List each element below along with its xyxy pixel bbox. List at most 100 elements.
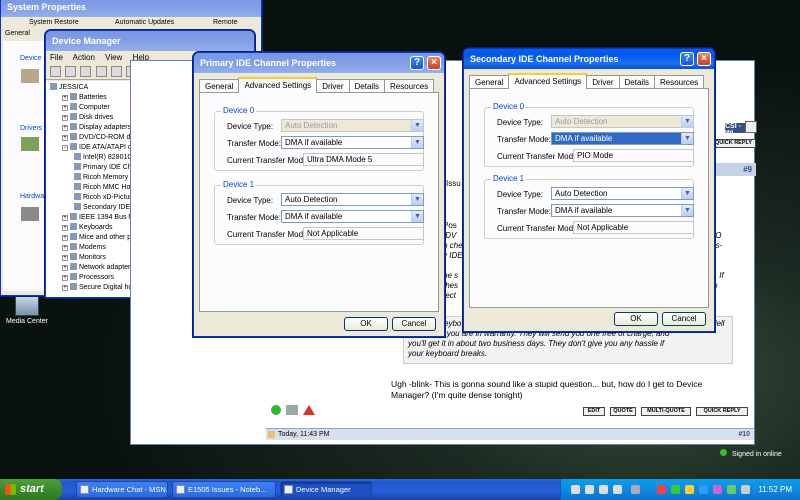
forward-icon[interactable] xyxy=(65,66,77,77)
quote-button[interactable]: QUOTE xyxy=(610,407,636,416)
cancel-button[interactable]: Cancel xyxy=(392,317,436,331)
multi-quote-button[interactable]: MULTI-QUOTE xyxy=(641,407,691,416)
expand-icon[interactable]: + xyxy=(62,115,68,121)
print-icon[interactable] xyxy=(110,66,122,77)
tree-node[interactable]: + Disk drives xyxy=(62,113,113,121)
expand-icon[interactable]: + xyxy=(62,125,68,131)
tab-details[interactable]: Details xyxy=(618,75,655,89)
chevron-down-icon[interactable]: ▼ xyxy=(411,194,423,205)
tab-details[interactable]: Details xyxy=(348,79,385,93)
transfer-mode-select[interactable]: DMA if available ▼ xyxy=(551,204,694,217)
tree-node[interactable]: + Display adapters xyxy=(62,123,131,131)
expand-icon[interactable]: + xyxy=(62,225,68,231)
tree-node[interactable]: + Modems xyxy=(62,243,106,251)
device-category-icon xyxy=(70,133,77,140)
device-category-icon xyxy=(74,193,81,200)
tab-driver[interactable]: Driver xyxy=(316,79,350,93)
messenger-icon[interactable] xyxy=(671,485,680,494)
wireless-icon[interactable] xyxy=(727,485,736,494)
tab-general[interactable]: General xyxy=(469,75,510,89)
taskbar-item-e1505-issues[interactable]: E1505 Issues - Noteb... xyxy=(172,481,276,498)
tab-automatic-updates[interactable]: Automatic Updates xyxy=(115,19,174,26)
system-properties-titlebar[interactable]: System Properties xyxy=(1,0,261,17)
bluetooth-icon[interactable] xyxy=(699,485,708,494)
start-button[interactable]: start xyxy=(0,479,62,500)
tab-remote[interactable]: Remote xyxy=(213,19,238,26)
edit-button[interactable]: EDIT xyxy=(583,407,605,416)
clock[interactable]: 11:52 PM xyxy=(758,479,792,500)
tab-driver[interactable]: Driver xyxy=(586,75,620,89)
report-post-icon[interactable] xyxy=(303,405,315,415)
chevron-down-icon[interactable]: ▼ xyxy=(411,211,423,222)
menu-action[interactable]: Action xyxy=(73,53,95,62)
close-icon[interactable]: × xyxy=(697,52,711,66)
device-type-select[interactable]: Auto Detection ▼ xyxy=(551,187,694,200)
online-status-icon xyxy=(271,405,281,415)
tree-node[interactable]: + Computer xyxy=(62,103,110,111)
primary-ide-titlebar[interactable]: Primary IDE Channel Properties ? × xyxy=(194,53,444,73)
secondary-ide-titlebar[interactable]: Secondary IDE Channel Properties ? × xyxy=(464,49,714,69)
tree-node[interactable]: + Processors xyxy=(62,273,114,281)
transfer-mode-select[interactable]: DMA if available ▼ xyxy=(551,132,694,145)
taskbar-item-device-manager[interactable]: Device Manager xyxy=(280,481,372,498)
media-next-icon[interactable] xyxy=(599,485,608,494)
expand-icon[interactable]: + xyxy=(62,255,68,261)
network-icon[interactable] xyxy=(685,485,694,494)
tree-node[interactable]: JESSICA xyxy=(50,83,88,91)
ok-button[interactable]: OK xyxy=(344,317,388,331)
close-icon[interactable]: × xyxy=(427,56,441,70)
chevron-down-icon[interactable]: ▼ xyxy=(681,205,693,216)
tab-advanced-settings[interactable]: Advanced Settings xyxy=(508,73,588,89)
up-icon[interactable] xyxy=(80,66,92,77)
ok-button[interactable]: OK xyxy=(614,312,658,326)
media-prev-icon[interactable] xyxy=(571,485,580,494)
tab-advanced-settings[interactable]: Advanced Settings xyxy=(238,77,318,93)
tab-resources[interactable]: Resources xyxy=(653,75,705,89)
media-play-icon[interactable] xyxy=(585,485,594,494)
speaker-icon[interactable] xyxy=(741,485,750,494)
expand-icon[interactable]: + xyxy=(62,245,68,251)
tab-general[interactable]: General xyxy=(199,79,240,93)
properties-icon[interactable] xyxy=(95,66,107,77)
help-icon[interactable]: ? xyxy=(410,56,424,70)
chevron-down-icon[interactable]: ▼ xyxy=(681,133,693,144)
expand-icon[interactable]: + xyxy=(62,105,68,111)
back-icon[interactable] xyxy=(50,66,61,77)
transfer-mode-select[interactable]: DMA if available ▼ xyxy=(281,136,424,149)
tree-node[interactable]: + Monitors xyxy=(62,253,106,261)
primary-ide-properties-dialog[interactable]: Primary IDE Channel Properties ? × Gener… xyxy=(193,52,445,337)
cancel-button[interactable]: Cancel xyxy=(662,312,706,326)
expand-icon[interactable]: + xyxy=(62,215,68,221)
volume-slider-icon[interactable] xyxy=(631,485,640,494)
expand-icon[interactable]: + xyxy=(62,265,68,271)
device-category-icon xyxy=(70,233,77,240)
power-icon[interactable] xyxy=(713,485,722,494)
help-icon[interactable]: ? xyxy=(680,52,694,66)
tab-general[interactable]: General xyxy=(5,30,30,37)
tree-node[interactable]: + Keyboards xyxy=(62,223,112,231)
expand-icon[interactable]: − xyxy=(62,145,68,151)
secondary-ide-properties-dialog[interactable]: Secondary IDE Channel Properties ? × Gen… xyxy=(463,48,715,332)
user-info-icon[interactable] xyxy=(286,405,298,415)
transfer-mode-select[interactable]: DMA if available ▼ xyxy=(281,210,424,223)
expand-icon[interactable]: + xyxy=(62,275,68,281)
chevron-down-icon[interactable]: ▼ xyxy=(681,188,693,199)
tab-resources[interactable]: Resources xyxy=(383,79,435,93)
tab-system-restore[interactable]: System Restore xyxy=(29,19,79,26)
chevron-down-icon[interactable]: ▼ xyxy=(411,137,423,148)
expand-icon[interactable]: + xyxy=(62,235,68,241)
menu-file[interactable]: File xyxy=(50,53,63,62)
expand-icon[interactable]: + xyxy=(62,285,68,291)
desktop-icon-media-center[interactable]: Media Center xyxy=(2,296,52,325)
tree-node[interactable]: + Batteries xyxy=(62,93,107,101)
expand-icon[interactable]: + xyxy=(62,95,68,101)
taskbar-item-msn-chat[interactable]: Hardware Chat - MSN... xyxy=(76,481,168,498)
security-alert-icon[interactable] xyxy=(657,485,666,494)
device-type-select[interactable]: Auto Detection ▼ xyxy=(281,193,424,206)
menu-view[interactable]: View xyxy=(105,53,122,62)
expand-icon[interactable]: + xyxy=(62,135,68,141)
media-stop-icon[interactable] xyxy=(613,485,622,494)
device-manager-titlebar[interactable]: Device Manager xyxy=(46,31,254,51)
tree-node[interactable]: + Network adapters xyxy=(62,263,134,271)
quick-reply-button[interactable]: QUICK REPLY xyxy=(696,407,748,416)
